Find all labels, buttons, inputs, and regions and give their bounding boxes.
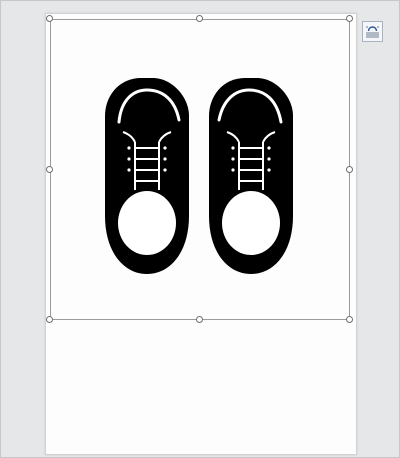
layout-options-icon — [366, 26, 379, 38]
resize-handle-top[interactable] — [196, 15, 203, 22]
selected-image-frame[interactable] — [50, 19, 350, 320]
left-shoe — [105, 78, 189, 274]
resize-handle-bottom-left[interactable] — [46, 316, 53, 323]
layout-options-button[interactable] — [362, 21, 383, 42]
shoes-icon[interactable] — [51, 20, 349, 319]
resize-handle-top-right[interactable] — [346, 15, 353, 22]
resize-handle-bottom[interactable] — [196, 316, 203, 323]
right-shoe — [209, 78, 293, 274]
resize-handle-bottom-right[interactable] — [346, 316, 353, 323]
resize-handle-right[interactable] — [346, 166, 353, 173]
resize-handle-top-left[interactable] — [46, 15, 53, 22]
resize-handle-left[interactable] — [46, 166, 53, 173]
